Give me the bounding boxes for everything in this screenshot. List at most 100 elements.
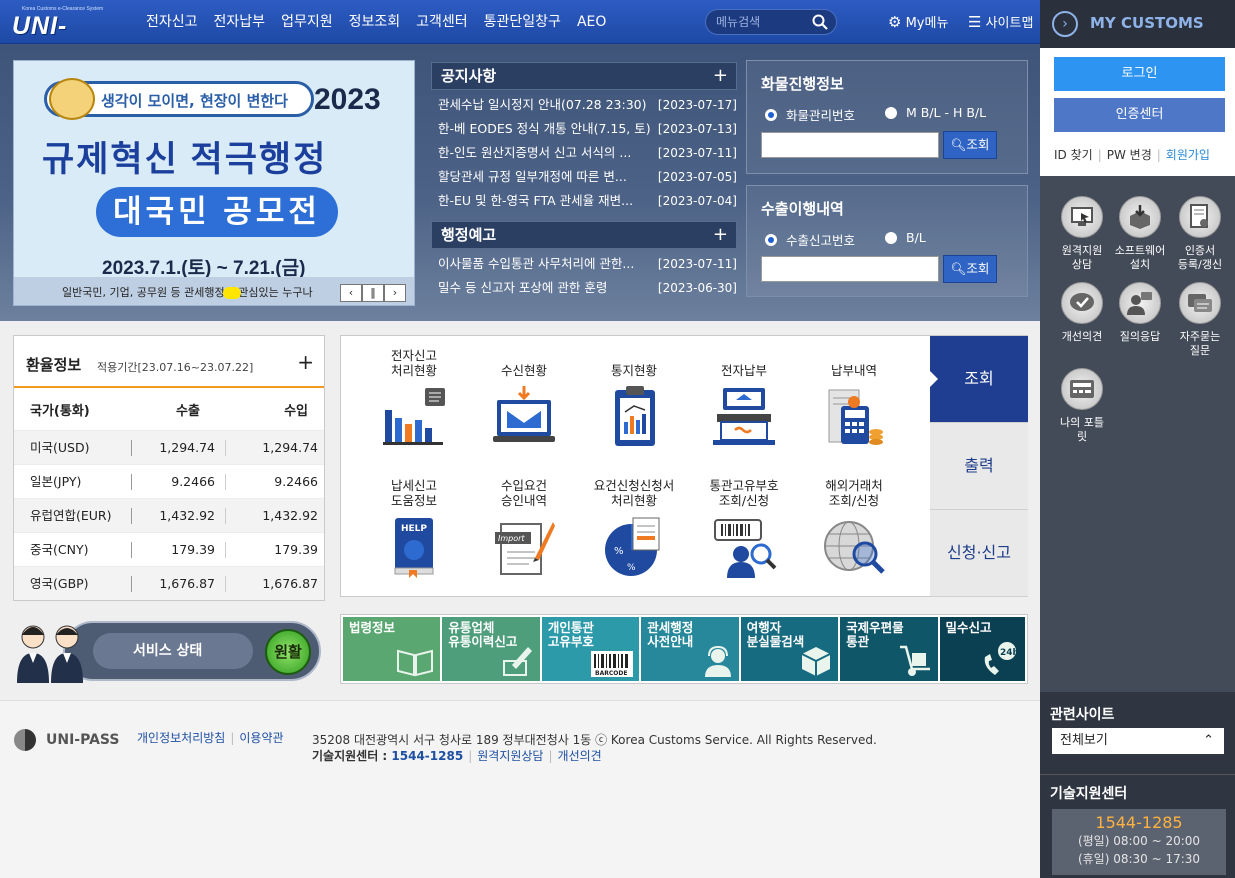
sidebar-my-portlet[interactable]: 나의 포틀 릿 xyxy=(1052,368,1112,444)
menu-item-e-filing[interactable]: 전자신고 xyxy=(146,0,198,44)
cargo-tracking-panel: 화물진행정보 화물관리번호 M B/L - H B/L 🔍︎조회 xyxy=(746,60,1028,174)
menu-item-single-window[interactable]: 통관단일창구 xyxy=(484,0,561,44)
related-sites-select[interactable]: 전체보기 ⌃ xyxy=(1052,728,1224,754)
export-radio-bl[interactable]: B/L xyxy=(885,230,926,245)
box-icon xyxy=(801,647,831,676)
exchange-period: 적용기간[23.07.16~23.07.22] xyxy=(97,361,254,374)
sidebar-qna[interactable]: 질의응답 xyxy=(1110,282,1170,344)
banner-controls: ‹ ‖ › xyxy=(340,284,406,302)
remote-monitor-icon xyxy=(1061,196,1103,238)
banner-year: 2023 xyxy=(314,83,381,116)
service-status-value: 원활 xyxy=(265,629,311,675)
speech-bubbles-icon xyxy=(1179,282,1221,324)
admin-notice-item[interactable]: 밀수 등 신고자 포상에 관한 훈령 [2023-06-30] xyxy=(431,276,737,300)
service-e-payment[interactable]: 전자납부 xyxy=(689,344,799,454)
cert-center-button[interactable]: 인증센터 xyxy=(1054,98,1225,132)
export-radio-number[interactable]: 수출신고번호 xyxy=(765,230,855,249)
my-menu-button[interactable]: ⚙ My메뉴 xyxy=(888,0,948,46)
login-button[interactable]: 로그인 xyxy=(1054,57,1225,91)
find-id-link[interactable]: ID 찾기 xyxy=(1054,148,1093,162)
service-receive-status[interactable]: 수신현황 xyxy=(469,344,579,454)
notice-header[interactable]: 공지사항 + xyxy=(431,62,737,90)
sidebar-feedback[interactable]: 개선의견 xyxy=(1052,282,1112,344)
sidebar-certificate[interactable]: 인증서 등록/갱신 xyxy=(1170,196,1230,272)
notice-item[interactable]: 관세수납 일시정지 안내(07.28 23:30) [2023-07-17] xyxy=(431,93,737,117)
headset-person-icon xyxy=(704,645,731,677)
banner-pause-button[interactable]: ‖ xyxy=(362,284,384,302)
privacy-policy-link[interactable]: 개인정보처리방침 xyxy=(137,731,225,745)
pw-change-link[interactable]: PW 변경 xyxy=(1107,148,1152,162)
service-e-filing-status[interactable]: 전자신고 처리현황 xyxy=(359,344,469,454)
tile-intl-mail[interactable]: 국제우편물 통관 xyxy=(840,617,938,681)
admin-notice-item[interactable]: 이사물품 수입통관 사무처리에 관한... [2023-07-11] xyxy=(431,252,737,276)
service-customs-code[interactable]: 통관고유부호 조회/신청 xyxy=(689,474,799,584)
export-search-button[interactable]: 🔍︎조회 xyxy=(943,255,997,283)
related-sites-title: 관련사이트 xyxy=(1050,707,1115,723)
export-number-input[interactable] xyxy=(761,256,939,282)
unipass-logo[interactable]: Korea Customs e-Clearance System UNI-PAS… xyxy=(12,6,122,69)
menu-item-aeo[interactable]: AEO xyxy=(577,0,606,44)
tile-lost-property[interactable]: 여행자 분실물검색 xyxy=(740,617,839,681)
admin-notice-more-icon[interactable]: + xyxy=(713,222,728,248)
radio-selected-icon[interactable] xyxy=(765,108,777,121)
globe-search-icon xyxy=(824,521,885,574)
notice-item[interactable]: 한-인도 원산지증명서 신고 서식의 ... [2023-07-11] xyxy=(431,141,737,165)
remote-support-link[interactable]: 원격지원상담 xyxy=(477,749,543,763)
quick-link-tiles: 법령정보 유통업체 유통이력신고 개인통관 고유부호 BARCODE 관세행정 … xyxy=(340,614,1028,684)
radio-icon[interactable] xyxy=(885,231,897,244)
service-notice-status[interactable]: 통지현황 xyxy=(579,344,689,454)
svg-text:%: % xyxy=(627,563,636,573)
tile-law-info[interactable]: 법령정보 xyxy=(343,617,441,681)
tile-personal-customs-code[interactable]: 개인통관 고유부호 BARCODE xyxy=(541,617,640,681)
tech-support-number[interactable]: 1544-1285 xyxy=(391,749,463,763)
menu-item-work-support[interactable]: 업무지원 xyxy=(281,0,333,44)
menu-item-customer-center[interactable]: 고객센터 xyxy=(416,0,468,44)
exchange-header: 환율정보 적용기간[23.07.16~23.07.22] + xyxy=(14,336,324,388)
tile-distribution-report[interactable]: 유통업체 유통이력신고 xyxy=(442,617,540,681)
tab-apply[interactable]: 신청·신고 xyxy=(930,510,1028,597)
tile-smuggling-report[interactable]: 밀수신고 24h xyxy=(939,617,1026,681)
service-grid: 전자신고 처리현황 수신현황 통지현황 전자납부 납부내역 납세신고 도움정보 xyxy=(341,336,930,598)
menu-item-info-lookup[interactable]: 정보조회 xyxy=(349,0,401,44)
sidebar-software-install[interactable]: 소프트웨어 설치 xyxy=(1110,196,1170,272)
chevron-right-icon[interactable]: › xyxy=(1052,11,1078,37)
service-tax-help[interactable]: 납세신고 도움정보 HELP xyxy=(359,474,469,584)
join-link[interactable]: 회원가입 xyxy=(1166,148,1210,162)
banner-prev-button[interactable]: ‹ xyxy=(340,284,362,302)
notice-item[interactable]: 한-베 EODES 정식 개통 안내(7.15, 토) [2023-07-13] xyxy=(431,117,737,141)
admin-notice-header[interactable]: 행정예고 + xyxy=(431,221,737,249)
exchange-more-icon[interactable]: + xyxy=(297,350,314,374)
exchange-rate-panel: 환율정보 적용기간[23.07.16~23.07.22] + 국가(통화) 수출… xyxy=(13,335,325,601)
menu-item-e-payment[interactable]: 전자납부 xyxy=(214,0,266,44)
tab-inquiry[interactable]: 조회 xyxy=(930,336,1028,423)
notice-item[interactable]: 할당관세 규정 일부개정에 따른 변... [2023-07-05] xyxy=(431,165,737,189)
tile-customs-guide[interactable]: 관세행정 사전안내 xyxy=(641,617,739,681)
service-import-approval[interactable]: 수입요건 승인내역 Import xyxy=(469,474,579,584)
menu-search-input[interactable] xyxy=(716,13,808,31)
dashboard-icon xyxy=(1061,368,1103,410)
sidebar-faq[interactable]: 자주묻는 질문 xyxy=(1170,282,1230,358)
cargo-radio-bl[interactable]: M B/L - H B/L xyxy=(885,105,986,120)
notice-more-icon[interactable]: + xyxy=(713,63,728,89)
sidebar-remote-support[interactable]: 원격지원 상담 xyxy=(1052,196,1112,272)
radio-selected-icon[interactable] xyxy=(765,233,777,246)
terms-link[interactable]: 이용약관 xyxy=(239,731,283,745)
cargo-search-button[interactable]: 🔍︎조회 xyxy=(943,131,997,159)
tab-print[interactable]: 출력 xyxy=(930,423,1028,510)
service-status-label: 서비스 상태 xyxy=(93,633,253,669)
banner-headline-box: 생각이 모이면, 현장이 변한다 xyxy=(44,78,314,120)
notice-item[interactable]: 한-EU 및 한-영국 FTA 관세율 재변... [2023-07-04] xyxy=(431,189,737,213)
banner-indicator[interactable] xyxy=(223,287,241,299)
svg-text:Import: Import xyxy=(498,534,525,543)
cargo-number-input[interactable] xyxy=(761,132,939,158)
search-icon[interactable] xyxy=(812,14,828,34)
cargo-radio-number[interactable]: 화물관리번호 xyxy=(765,105,855,124)
feedback-link[interactable]: 개선의견 xyxy=(558,749,602,763)
service-requirement-status[interactable]: 요건신청신청서 처리현황 %% xyxy=(579,474,689,584)
promo-banner[interactable]: 생각이 모이면, 현장이 변한다 2023 규제혁신 적극행정 대국민 공모전 … xyxy=(13,60,415,306)
sitemap-button[interactable]: ☰ 사이트맵 xyxy=(968,0,1033,46)
radio-icon[interactable] xyxy=(885,106,897,119)
banner-next-button[interactable]: › xyxy=(384,284,406,302)
service-foreign-partner[interactable]: 해외거래처 조회/신청 xyxy=(799,474,909,584)
service-payment-history[interactable]: 납부내역 xyxy=(799,344,909,454)
